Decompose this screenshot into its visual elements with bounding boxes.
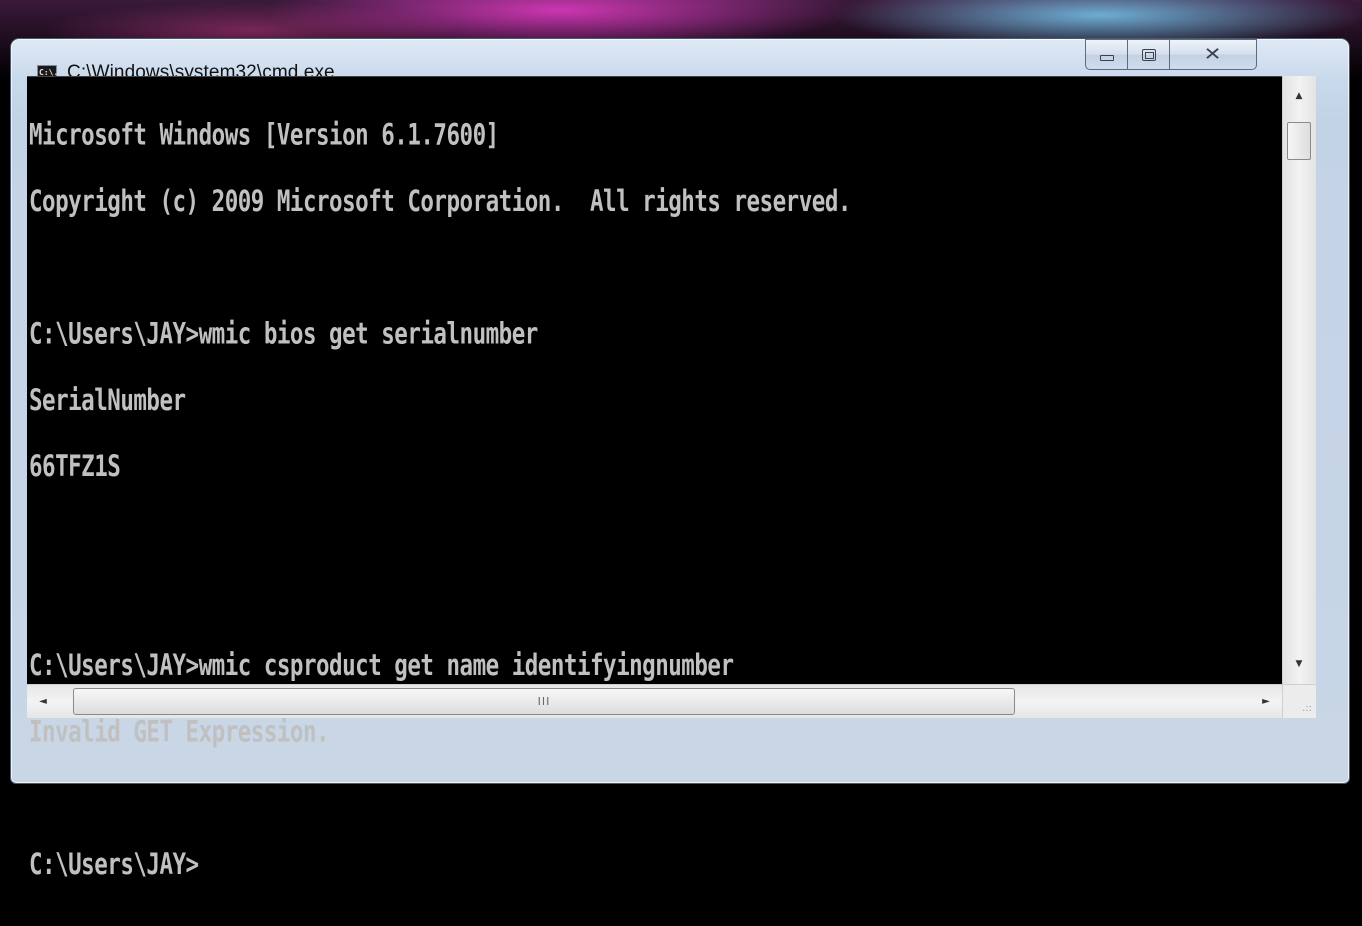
horizontal-scroll-thumb[interactable]: III [73, 688, 1015, 715]
console-line: C:\Users\JAY>wmic bios get serialnumber [29, 317, 538, 352]
minimize-icon [1099, 54, 1114, 61]
console-line: C:\Users\JAY>wmic csproduct get name ide… [29, 649, 734, 683]
caption-buttons: ✕ [1085, 39, 1333, 71]
resize-grip-icon[interactable]: .:: [1282, 684, 1316, 718]
scroll-left-arrow-icon[interactable]: ◄ [29, 687, 57, 715]
scroll-grip-icon: III [537, 695, 551, 708]
console-line: Invalid GET Expression. [29, 715, 330, 750]
vertical-scrollbar[interactable]: ▲ ▼ [1282, 76, 1316, 684]
console-line: Copyright (c) 2009 Microsoft Corporation… [29, 184, 851, 219]
maximize-icon [1141, 48, 1156, 61]
close-icon: ✕ [1203, 44, 1223, 65]
maximize-button[interactable] [1127, 39, 1169, 70]
console-line: 66TFZ1S [29, 450, 121, 484]
console-output[interactable]: Microsoft Windows [Version 6.1.7600] Cop… [27, 76, 1282, 879]
scroll-right-arrow-icon[interactable]: ► [1252, 687, 1280, 715]
close-button[interactable]: ✕ [1169, 39, 1257, 70]
vertical-scroll-thumb[interactable] [1287, 122, 1311, 160]
minimize-button[interactable] [1085, 39, 1127, 70]
console-text: Microsoft Windows [Version 6.1.7600] Cop… [27, 77, 851, 921]
scroll-down-arrow-icon[interactable]: ▼ [1283, 650, 1315, 678]
horizontal-scrollbar[interactable]: ◄ III ► [27, 684, 1282, 718]
console-line: Microsoft Windows [Version 6.1.7600] [29, 118, 499, 153]
console-line: SerialNumber [29, 383, 186, 418]
scroll-up-arrow-icon[interactable]: ▲ [1283, 82, 1315, 110]
console-line: C:\Users\JAY> [29, 847, 199, 882]
